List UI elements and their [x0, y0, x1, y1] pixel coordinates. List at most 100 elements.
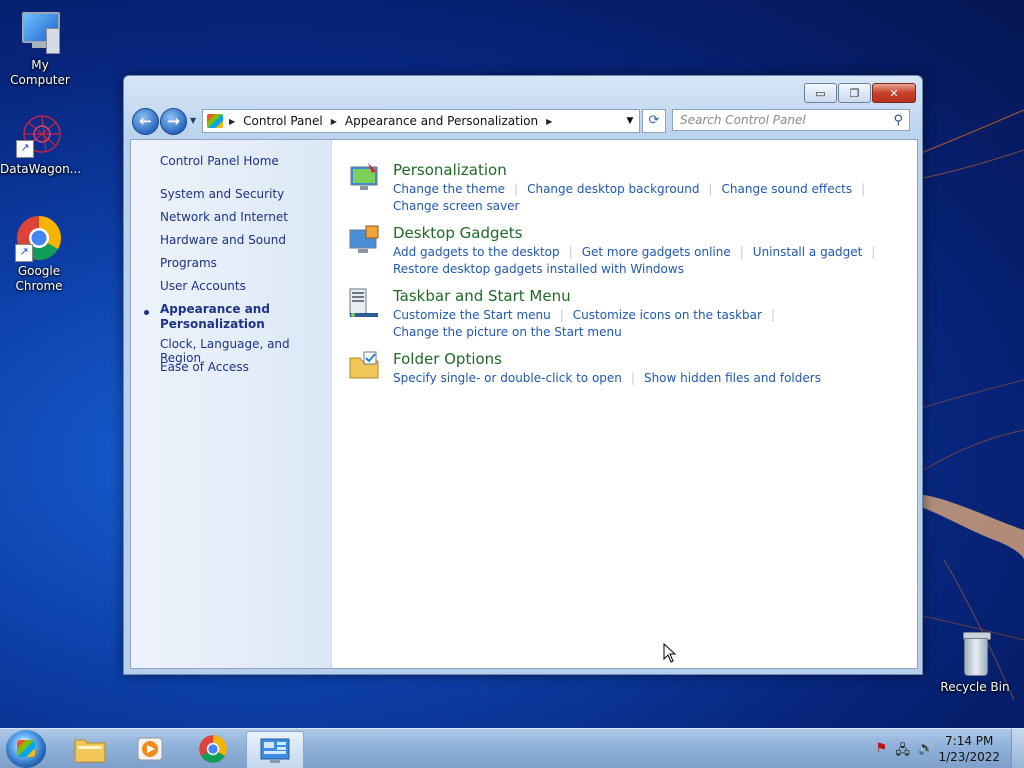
datawagon-icon: ↗	[16, 112, 64, 160]
section-title-taskbar-start-menu[interactable]: Taskbar and Start Menu	[393, 287, 571, 305]
content-area: Control Panel Home System and Security N…	[130, 139, 918, 669]
section-title-folder-options[interactable]: Folder Options	[393, 350, 502, 368]
action-center-flag-icon[interactable]: ⚑	[876, 741, 888, 763]
folder-options-tasks: Specify single- or double-click to open |…	[393, 370, 833, 387]
sidebar-item-ease-of-access[interactable]: Ease of Access	[160, 360, 249, 374]
search-input[interactable]: Search Control Panel ⚲	[672, 109, 910, 131]
task-change-sound-effects[interactable]: Change sound effects	[722, 182, 853, 196]
sidebar: Control Panel Home System and Security N…	[131, 140, 332, 668]
task-change-screen-saver[interactable]: Change screen saver	[393, 199, 520, 213]
current-item-bullet	[144, 310, 149, 315]
desktop-icon-google-chrome[interactable]: ↗ Google Chrome	[0, 214, 79, 294]
windows-logo-icon	[17, 740, 35, 757]
back-button[interactable]: ←	[132, 108, 159, 135]
taskbar-icon[interactable]	[348, 287, 380, 319]
task-change-theme[interactable]: Change the theme	[393, 182, 505, 196]
sidebar-item-programs[interactable]: Programs	[160, 256, 217, 270]
recycle-bin-icon	[951, 630, 999, 678]
search-icon[interactable]: ⚲	[893, 113, 903, 128]
refresh-icon: ⟳	[648, 113, 660, 128]
desktop-icon-datawagon[interactable]: ↗ DataWagon...	[0, 112, 82, 177]
section-title-desktop-gadgets[interactable]: Desktop Gadgets	[393, 224, 522, 242]
taskbar-tasks: Customize the Start menu | Customize icons…	[393, 307, 833, 341]
breadcrumb-control-panel[interactable]: Control Panel	[243, 114, 323, 128]
taskbar-media-player-button[interactable]	[122, 731, 178, 767]
task-single-double-click[interactable]: Specify single- or double-click to open	[393, 371, 622, 385]
sidebar-item-user-accounts[interactable]: User Accounts	[160, 279, 246, 293]
volume-icon[interactable]: 🔊	[918, 741, 934, 763]
section-title-personalization[interactable]: Personalization	[393, 161, 507, 179]
maximize-button[interactable]: ❐	[838, 83, 871, 103]
taskbar-explorer-button[interactable]	[62, 731, 118, 767]
task-add-gadgets[interactable]: Add gadgets to the desktop	[393, 245, 560, 259]
sidebar-item-network-internet[interactable]: Network and Internet	[160, 210, 288, 224]
start-button[interactable]	[6, 730, 46, 768]
task-separator: |	[770, 308, 776, 322]
task-separator: |	[739, 245, 744, 259]
task-customize-taskbar-icons[interactable]: Customize icons on the taskbar	[573, 308, 762, 322]
breadcrumb-appearance[interactable]: Appearance and Personalization	[345, 114, 538, 128]
task-separator: |	[861, 182, 866, 196]
personalization-tasks: Change the theme | Change desktop backgrou…	[393, 181, 865, 215]
breadcrumb-chevron-icon[interactable]: ▶	[546, 117, 552, 126]
gadgets-icon[interactable]	[348, 224, 380, 256]
task-separator: |	[708, 182, 713, 196]
refresh-button[interactable]: ⟳	[642, 109, 666, 133]
mouse-cursor-icon	[663, 643, 677, 663]
task-show-hidden-files[interactable]: Show hidden files and folders	[644, 371, 821, 385]
sidebar-item-hardware-sound[interactable]: Hardware and Sound	[160, 233, 286, 247]
recent-pages-dropdown[interactable]: ▼	[190, 116, 196, 125]
clock-time: 7:14 PM	[945, 734, 994, 748]
clock-date: 1/23/2022	[938, 750, 1000, 764]
address-dropdown-icon[interactable]: ▼	[620, 116, 639, 126]
task-separator: |	[514, 182, 519, 196]
task-change-start-menu-picture[interactable]: Change the picture on the Start menu	[393, 325, 622, 339]
taskbar-chrome-button[interactable]	[185, 731, 241, 767]
folder-options-icon[interactable]	[348, 350, 380, 382]
taskbar-control-panel-button[interactable]	[246, 731, 304, 768]
folder-icon	[74, 739, 106, 763]
desktop-icon-my-computer[interactable]: My Computer	[0, 8, 80, 88]
personalization-icon[interactable]	[348, 161, 380, 193]
task-uninstall-gadget[interactable]: Uninstall a gadget	[753, 245, 863, 259]
task-separator: |	[559, 308, 564, 322]
search-placeholder: Search Control Panel	[680, 113, 806, 127]
desktop-icon-label: DataWagon...	[0, 162, 82, 176]
sidebar-item-appearance-current: Appearance and Personalization	[160, 302, 270, 331]
control-panel-window[interactable]: ▭ ❐ ✕ ← → ▼ ▶ Control Panel ▶ Appearance…	[123, 75, 923, 675]
sidebar-item-system-security[interactable]: System and Security	[160, 187, 284, 201]
clock[interactable]: 7:14 PM 1/23/2022	[938, 733, 1000, 765]
desktop-icon-recycle-bin[interactable]: Recycle Bin	[935, 630, 1015, 695]
system-tray: ⚑ 🖧 🔊	[876, 741, 934, 763]
breadcrumb-chevron-icon[interactable]: ▶	[331, 117, 337, 126]
close-button[interactable]: ✕	[872, 83, 916, 103]
navigation-bar: ← → ▼ ▶ Control Panel ▶ Appearance and P…	[132, 108, 914, 135]
network-icon[interactable]: 🖧	[895, 741, 910, 763]
task-separator: |	[630, 371, 635, 385]
minimize-button[interactable]: ▭	[804, 83, 837, 103]
control-panel-icon	[207, 114, 223, 128]
show-desktop-button[interactable]	[1011, 729, 1024, 768]
computer-icon	[16, 8, 64, 56]
desktop-icon-label: Google Chrome	[15, 264, 63, 293]
chrome-icon: ↗	[15, 214, 63, 262]
task-separator: |	[568, 245, 573, 259]
task-get-more-gadgets[interactable]: Get more gadgets online	[582, 245, 731, 259]
forward-button[interactable]: →	[160, 108, 187, 135]
task-separator: |	[871, 245, 876, 259]
caption-buttons: ▭ ❐ ✕	[804, 83, 916, 103]
desktop-icon-label: Recycle Bin	[940, 680, 1010, 694]
control-panel-icon	[260, 738, 290, 763]
gadgets-tasks: Add gadgets to the desktop | Get more gadg…	[393, 244, 875, 278]
taskbar: ⚑ 🖧 🔊 7:14 PM 1/23/2022	[0, 728, 1024, 768]
sidebar-item-control-panel-home[interactable]: Control Panel Home	[160, 154, 279, 168]
breadcrumb-chevron-icon[interactable]: ▶	[229, 117, 235, 126]
desktop-icon-label: My Computer	[10, 58, 70, 87]
task-restore-gadgets[interactable]: Restore desktop gadgets installed with W…	[393, 262, 684, 276]
forward-arrow-icon: →	[167, 112, 180, 130]
back-arrow-icon: ←	[139, 112, 152, 130]
media-player-icon	[137, 737, 163, 761]
task-change-desktop-background[interactable]: Change desktop background	[527, 182, 699, 196]
task-customize-start-menu[interactable]: Customize the Start menu	[393, 308, 551, 322]
address-bar[interactable]: ▶ Control Panel ▶ Appearance and Persona…	[202, 109, 640, 133]
